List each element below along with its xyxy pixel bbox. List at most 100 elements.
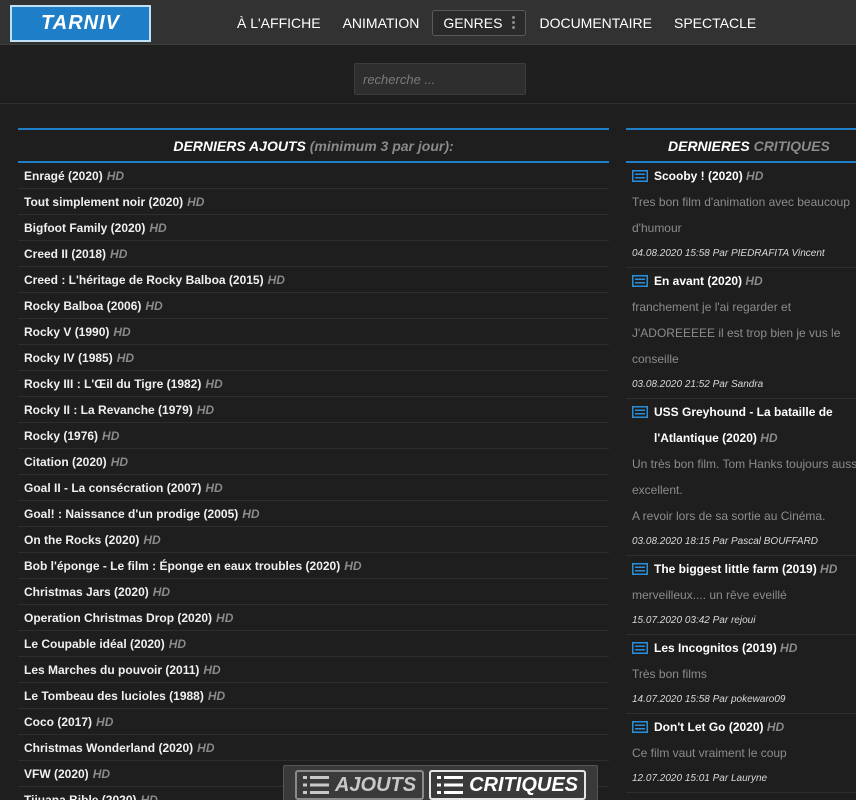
critique-meta: 12.07.2020 15:01 Par Lauryne	[632, 773, 768, 784]
critique-title-text: Plus rien à f..... (2020) HD	[654, 793, 856, 800]
list-icon	[437, 776, 464, 794]
critique-title-link[interactable]: Scooby ! (2020) HD	[632, 163, 856, 189]
latest-additions-heading: DERNIERS AJOUTS (minimum 3 par jour):	[18, 128, 609, 163]
latest-critiques-heading: DERNIERES CRITIQUES	[626, 128, 856, 163]
hd-badge: HD	[203, 662, 221, 677]
hd-badge: HD	[207, 688, 226, 703]
site-logo[interactable]: TARNIV	[10, 5, 151, 42]
latest-item-title: Coco (2017)	[24, 714, 93, 729]
nav-a-laffiche[interactable]: À L'AFFICHE	[226, 15, 332, 31]
latest-list-item[interactable]: Les Marches du pouvoir (2011) HD	[18, 657, 609, 683]
critique-meta: 04.08.2020 15:58 Par PIEDRAFITA Vincent	[632, 248, 825, 259]
nav-animation[interactable]: ANIMATION	[332, 15, 431, 31]
hd-badge: HD	[152, 584, 171, 599]
critique-title-text: The biggest little farm (2019) HD	[654, 556, 856, 582]
hd-badge: HD	[205, 480, 223, 495]
latest-critiques-panel: DERNIERES CRITIQUES Scooby ! (2020) HD Tr…	[626, 128, 856, 800]
critique-text: Très bon films	[632, 667, 707, 681]
latest-item-title: VFW (2020)	[24, 766, 89, 781]
critique-title-text: En avant (2020) HD	[654, 268, 856, 294]
latest-list-item[interactable]: Rocky IV (1985) HD	[18, 345, 609, 371]
latest-list-item[interactable]: Creed II (2018) HD	[18, 241, 609, 267]
top-bar: TARNIV À L'AFFICHE ANIMATION GENRES DOCU…	[0, 0, 856, 45]
critique-text: d'humour	[632, 221, 682, 235]
latest-list-item[interactable]: Enragé (2020) HD	[18, 163, 609, 189]
latest-list-item[interactable]: Operation Christmas Drop (2020) HD	[18, 605, 609, 631]
critique-text: Ce film vaut vraiment le coup	[632, 746, 787, 760]
logo-text: TARNIV	[41, 12, 120, 34]
hd-badge: HD	[820, 562, 838, 576]
latest-list-item[interactable]: Christmas Wonderland (2020) HD	[18, 735, 609, 761]
hd-badge: HD	[110, 454, 129, 469]
critique-meta: 15.07.2020 03:42 Par rejoui	[632, 615, 756, 626]
latest-list-item[interactable]: Rocky Balboa (2006) HD	[18, 293, 609, 319]
critique-title-link[interactable]: USS Greyhound - La bataille de l'Atlanti…	[632, 399, 856, 451]
latest-item-title: Goal! : Naissance d'un prodige (2005)	[24, 506, 239, 521]
latest-list-item[interactable]: Coco (2017) HD	[18, 709, 609, 735]
latest-list-item[interactable]: Le Tombeau des lucioles (1988) HD	[18, 683, 609, 709]
latest-list-item[interactable]: Bigfoot Family (2020) HD	[18, 215, 609, 241]
critique-item: Les Incognitos (2019) HD Très bon films 14…	[626, 635, 856, 714]
latest-heading-bold: DERNIERS AJOUTS	[173, 137, 306, 154]
latest-item-title: Christmas Wonderland (2020)	[24, 740, 194, 755]
comment-icon	[632, 563, 648, 575]
nav-documentaire[interactable]: DOCUMENTAIRE	[528, 15, 663, 31]
critique-item: Plus rien à f..... (2020) HD	[626, 793, 856, 800]
latest-list-item[interactable]: Creed : L'héritage de Rocky Balboa (2015…	[18, 267, 609, 293]
latest-list-item[interactable]: Rocky II : La Revanche (1979) HD	[18, 397, 609, 423]
hd-badge: HD	[116, 350, 135, 365]
latest-list-item[interactable]: Rocky V (1990) HD	[18, 319, 609, 345]
comment-icon	[632, 406, 648, 418]
latest-item-title: Bigfoot Family (2020)	[24, 220, 146, 235]
critique-title: Scooby ! (2020)	[654, 169, 743, 183]
latest-list-item[interactable]: Le Coupable idéal (2020) HD	[18, 631, 609, 657]
latest-list-item[interactable]: Rocky III : L'Œil du Tigre (1982) HD	[18, 371, 609, 397]
critique-item: USS Greyhound - La bataille de l'Atlanti…	[626, 399, 856, 556]
nav-genres-label: GENRES	[443, 14, 503, 31]
hd-badge: HD	[746, 169, 764, 183]
hd-badge: HD	[745, 274, 763, 288]
latest-item-title: Creed : L'héritage de Rocky Balboa (2015…	[24, 272, 264, 287]
critique-title-link[interactable]: The biggest little farm (2019) HD	[632, 556, 856, 582]
latest-list-item[interactable]: Citation (2020) HD	[18, 449, 609, 475]
latest-list-item[interactable]: Goal! : Naissance d'un prodige (2005) HD	[18, 501, 609, 527]
nav-genres-dropdown[interactable]: GENRES	[432, 9, 527, 36]
tab-ajouts[interactable]: AJOUTS	[294, 770, 425, 800]
critique-title-link[interactable]: Don't Let Go (2020) HD	[632, 714, 856, 740]
latest-list-item[interactable]: Tout simplement noir (2020) HD	[18, 189, 609, 215]
critiques-heading-bold: DERNIERES	[668, 137, 750, 154]
critique-title: En avant (2020)	[654, 274, 743, 288]
hd-badge: HD	[145, 298, 163, 313]
critique-text: A revoir lors de sa sortie au Cinéma.	[632, 509, 826, 523]
critique-title-text: Les Incognitos (2019) HD	[654, 635, 856, 661]
search-band	[0, 46, 856, 104]
nav-spectacle[interactable]: SPECTACLE	[663, 15, 767, 31]
tab-critiques[interactable]: CRITIQUES	[429, 770, 587, 800]
critique-item: Scooby ! (2020) HD Tres bon film d'animat…	[626, 163, 856, 268]
latest-list-item[interactable]: Christmas Jars (2020) HD	[18, 579, 609, 605]
latest-item-title: Le Coupable idéal (2020)	[24, 636, 165, 651]
critique-title-link[interactable]: Les Incognitos (2019) HD	[632, 635, 856, 661]
latest-list-item[interactable]: Rocky (1976) HD	[18, 423, 609, 449]
critique-text: Un très bon film. Tom Hanks toujours aus…	[632, 457, 856, 471]
latest-list-item[interactable]: On the Rocks (2020) HD	[18, 527, 609, 553]
latest-item-title: Rocky IV (1985)	[24, 350, 113, 365]
search-input[interactable]	[354, 63, 526, 95]
hd-badge: HD	[205, 376, 223, 391]
hd-badge: HD	[96, 714, 114, 729]
latest-list-item[interactable]: Bob l'éponge - Le film : Éponge en eaux …	[18, 553, 609, 579]
critique-title-text: Scooby ! (2020) HD	[654, 163, 856, 189]
latest-item-title: Citation (2020)	[24, 454, 107, 469]
critique-title-text: Don't Let Go (2020) HD	[654, 714, 856, 740]
critique-meta: 03.08.2020 21:52 Par Sandra	[632, 379, 764, 390]
hd-badge: HD	[197, 740, 215, 755]
hd-badge: HD	[92, 766, 111, 781]
critique-title-link[interactable]: En avant (2020) HD	[632, 268, 856, 294]
critique-title-link[interactable]: Plus rien à f..... (2020) HD	[632, 793, 856, 800]
comment-icon	[632, 275, 648, 287]
critique-text: J'ADOREEEEE il est trop bien je vus le	[632, 326, 841, 340]
tab-critiques-label: CRITIQUES	[469, 773, 579, 796]
hd-badge: HD	[242, 506, 260, 521]
critique-title: The biggest little farm (2019)	[654, 562, 817, 576]
latest-list-item[interactable]: Goal II - La consécration (2007) HD	[18, 475, 609, 501]
